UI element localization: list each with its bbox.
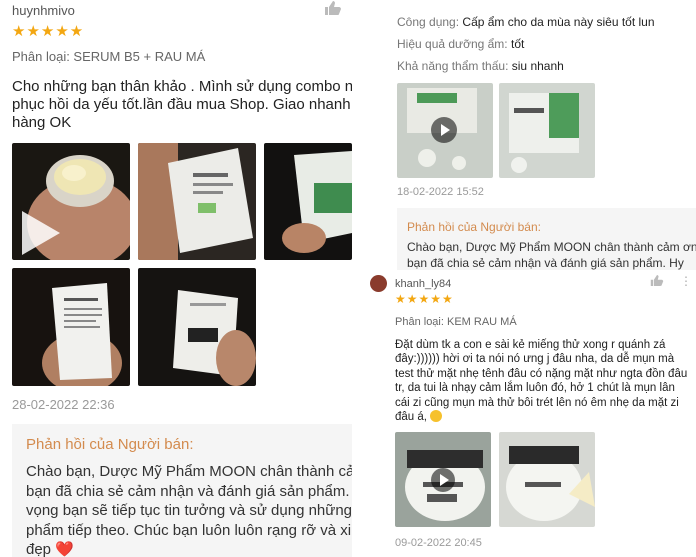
review-photo[interactable] — [499, 83, 595, 178]
seller-reply: Phản hồi của Người bán: Chào bạn, Dược M… — [397, 208, 696, 270]
smile-emoji — [430, 410, 443, 423]
right-review-panel: Công dụng: Cấp ẩm cho da mùa này siêu tố… — [366, 0, 696, 557]
play-icon[interactable] — [431, 117, 457, 143]
product-classification: Phân loại: KEM RAU MÁ — [395, 316, 517, 328]
review-date: 18-02-2022 15:52 — [397, 186, 484, 198]
play-icon[interactable] — [431, 468, 455, 492]
attribute-label: Công dụng: — [397, 15, 460, 29]
review-attribute: Khả năng thẩm thấu: siu nhanh — [397, 59, 564, 73]
comment-line: Cho những bạn thân khảo . Mình sử dụng c… — [12, 78, 352, 95]
left-review-panel: huynhmivo ★★★★★ Phân loại: SERUM B5 + RA… — [0, 0, 352, 557]
review-attribute: Hiệu quả dưỡng ẩm: tốt — [397, 37, 524, 51]
review-video-thumbnail[interactable] — [397, 83, 493, 178]
review-comment: Cho những bạn thân khảo . Mình sử dụng c… — [12, 78, 352, 132]
seller-reply-title: Phản hồi của Người bán: — [26, 436, 194, 453]
comment-line: hàng OK — [12, 114, 72, 131]
seller-reply: Phản hồi của Người bán: Chào bạn, Dược M… — [12, 424, 352, 557]
seller-reply-text: Chào bạn, Dược Mỹ Phẩm MOON chân thành c… — [407, 239, 696, 271]
reply-line: vọng bạn sẽ tiếp tục tin tưởng và sử dụn… — [26, 502, 352, 519]
avatar[interactable] — [370, 275, 387, 292]
comment-line: cái zi cũng mụn mà thử bôi trét lên nó ê… — [395, 396, 679, 409]
attribute-label: Khả năng thẩm thấu: — [397, 59, 509, 73]
reviewer-username[interactable]: huynhmivo — [12, 3, 75, 18]
reply-line: đẹp ❤️ — [26, 541, 74, 557]
thumbs-up-icon[interactable] — [324, 0, 342, 21]
attribute-value: Cấp ẩm cho da mùa này siêu tốt lun — [462, 15, 655, 29]
review-video-thumbnail[interactable] — [12, 143, 130, 260]
review-date: 28-02-2022 22:36 — [12, 397, 115, 412]
comment-line: Đặt dùm tk a con e sài kẻ miếng thử xong… — [395, 339, 666, 351]
comment-line: test thử mặt nhẹ tênh đâu có nặng mặt nh… — [395, 367, 688, 380]
attribute-label: Hiệu quả dưỡng ẩm: — [397, 37, 508, 51]
thumbs-up-icon[interactable] — [650, 274, 664, 290]
comment-line: tr, da tui là nhạy cảm lắm luôn đó, hở 1… — [395, 382, 675, 395]
rating-stars: ★★★★★ — [395, 292, 454, 306]
attribute-value: tốt — [510, 37, 525, 51]
review-photo[interactable] — [138, 268, 256, 386]
more-icon[interactable]: ⋮ — [680, 274, 692, 288]
reply-line: bạn đã chia sẻ cảm nhận và đánh giá sản … — [407, 256, 684, 270]
review-attribute: Công dụng: Cấp ẩm cho da mùa này siêu tố… — [397, 15, 655, 29]
review-date: 09-02-2022 20:45 — [395, 537, 482, 549]
reply-line: Chào bạn, Dược Mỹ Phẩm MOON chân thành c… — [407, 240, 696, 254]
review-photo[interactable] — [264, 143, 352, 260]
attribute-value: siu nhanh — [511, 59, 564, 73]
panel-divider — [352, 0, 366, 557]
rating-stars: ★★★★★ — [12, 23, 85, 40]
reply-line: phẩm tiếp theo. Chúc bạn luôn luôn rạng … — [26, 521, 352, 539]
product-classification: Phân loại: SERUM B5 + RAU MÁ — [12, 49, 206, 64]
review-comment: Đặt dùm tk a con e sài kẻ miếng thử xong… — [395, 338, 695, 424]
review-photo[interactable] — [12, 268, 130, 386]
seller-reply-title: Phản hồi của Người bán: — [407, 220, 541, 234]
reply-line: Chào bạn, Dược Mỹ Phẩm MOON chân thành c… — [26, 463, 352, 480]
reviewer-username[interactable]: khanh_ly84 — [395, 278, 451, 290]
comment-line: phục hồi da yếu tốt.lần đầu mua Shop. Gi… — [12, 96, 352, 113]
review-photo[interactable] — [138, 143, 256, 260]
reply-line: bạn đã chia sẻ cảm nhận và đánh giá sản … — [26, 482, 352, 500]
comment-line: đâu á, — [395, 410, 695, 424]
comment-line: đây:)))))) hời ơi ta nói nó ưng j đâu nh… — [395, 353, 675, 366]
play-icon[interactable] — [22, 211, 60, 255]
seller-reply-text: Chào bạn, Dược Mỹ Phẩm MOON chân thành c… — [26, 462, 352, 557]
review-photo[interactable] — [499, 432, 595, 527]
comment-line-text: đâu á, — [395, 411, 427, 424]
review-video-thumbnail[interactable] — [395, 432, 491, 527]
